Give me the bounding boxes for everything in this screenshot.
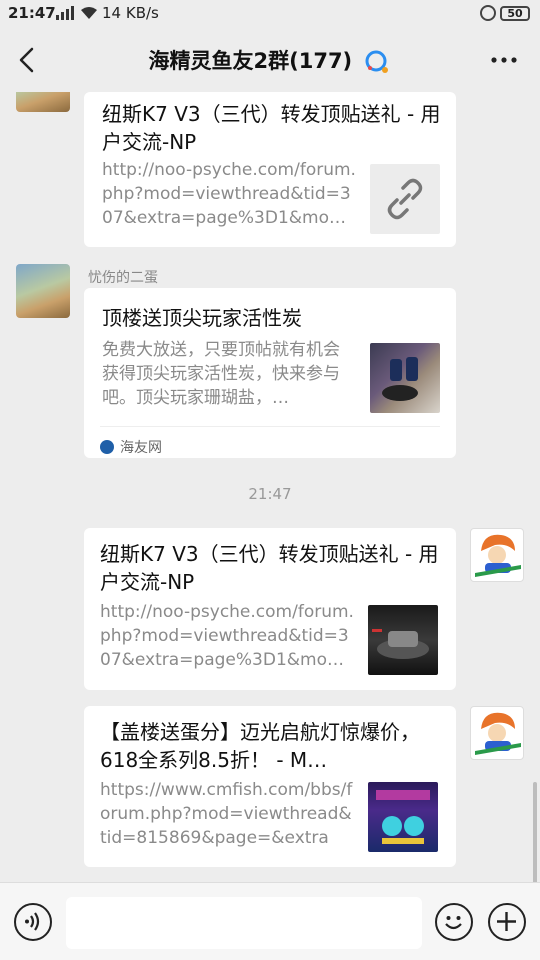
- link-icon: [387, 178, 423, 220]
- battery-indicator: 50: [500, 6, 530, 21]
- card-title: 顶楼送顶尖玩家活性炭: [102, 306, 302, 330]
- message-card[interactable]: 【盖楼送蛋分】迈光启航灯惊爆价，618全系列8.5折！ - M… https:/…: [84, 706, 456, 867]
- card-description: http://noo-psyche.com/forum.php?mod=view…: [100, 602, 354, 670]
- more-options-icon[interactable]: [490, 56, 518, 64]
- page-title: 海精灵鱼友2群(177): [0, 45, 540, 76]
- source-name: 海友网: [120, 440, 162, 456]
- alarm-icon: [480, 5, 496, 21]
- status-time: 21:47: [8, 4, 56, 22]
- product-image-icon: [372, 629, 429, 659]
- card-title: 【盖楼送蛋分】迈光启航灯惊爆价，618全系列8.5折！ - M…: [100, 720, 420, 772]
- link-thumbnail: [370, 164, 440, 234]
- avatar[interactable]: [16, 264, 70, 318]
- card-description: 免费大放送，只要顶帖就有机会获得顶尖玩家活性炭，快来参与吧。顶尖玩家珊瑚盐，…: [102, 340, 340, 408]
- signal-icon: [56, 6, 74, 20]
- message-card[interactable]: 纽斯K7 V3（三代）转发顶贴送礼 - 用户交流-NP http://noo-p…: [84, 528, 456, 690]
- more-functions-button[interactable]: [488, 903, 526, 941]
- site-logo-icon: [100, 440, 114, 454]
- product-image-icon: [376, 790, 430, 844]
- user-avatar-icon: [475, 534, 521, 577]
- chat-header: 海精灵鱼友2群(177): [0, 28, 540, 92]
- wifi-icon: [81, 7, 97, 19]
- message-card[interactable]: 顶楼送顶尖玩家活性炭 免费大放送，只要顶帖就有机会获得顶尖玩家活性炭，快来参与吧…: [84, 288, 456, 458]
- avatar[interactable]: [470, 528, 524, 582]
- scrollbar[interactable]: [533, 782, 537, 882]
- user-avatar-icon: [475, 712, 521, 755]
- message-card[interactable]: 纽斯K7 V3（三代）转发顶贴送礼 - 用户交流-NP http://noo-p…: [84, 92, 456, 247]
- avatar[interactable]: [470, 706, 524, 760]
- card-description: https://www.cmfish.com/bbs/forum.php?mod…: [100, 780, 353, 848]
- status-bar: 21:47 14 KB/s 50: [0, 0, 540, 28]
- message-list[interactable]: 纽斯K7 V3（三代）转发顶贴送礼 - 用户交流-NP http://noo-p…: [0, 92, 540, 882]
- plus-icon: [497, 912, 516, 931]
- sender-name: 忧伤的二蛋: [88, 270, 158, 286]
- emoji-button[interactable]: [435, 903, 473, 941]
- link-thumbnail: [368, 782, 438, 852]
- voice-input-button[interactable]: [14, 903, 52, 941]
- avatar[interactable]: [16, 92, 70, 112]
- card-source: 海友网: [100, 426, 440, 457]
- group-name: 海精灵鱼友2群(177): [148, 49, 353, 73]
- chat-timestamp: 21:47: [248, 485, 292, 503]
- message-input[interactable]: [66, 897, 422, 949]
- link-thumbnail: [368, 605, 438, 675]
- voice-icon: [25, 912, 40, 931]
- emoji-icon: [445, 916, 462, 930]
- network-speed: 14 KB/s: [102, 4, 159, 22]
- card-description: http://noo-psyche.com/forum.php?mod=view…: [102, 160, 356, 228]
- product-thumbnail: [370, 343, 440, 413]
- input-bar: [0, 882, 540, 960]
- card-title: 纽斯K7 V3（三代）转发顶贴送礼 - 用户交流-NP: [102, 102, 441, 154]
- chat-loop-icon[interactable]: [363, 48, 391, 76]
- card-title: 纽斯K7 V3（三代）转发顶贴送礼 - 用户交流-NP: [100, 542, 439, 594]
- product-image-icon: [382, 357, 418, 401]
